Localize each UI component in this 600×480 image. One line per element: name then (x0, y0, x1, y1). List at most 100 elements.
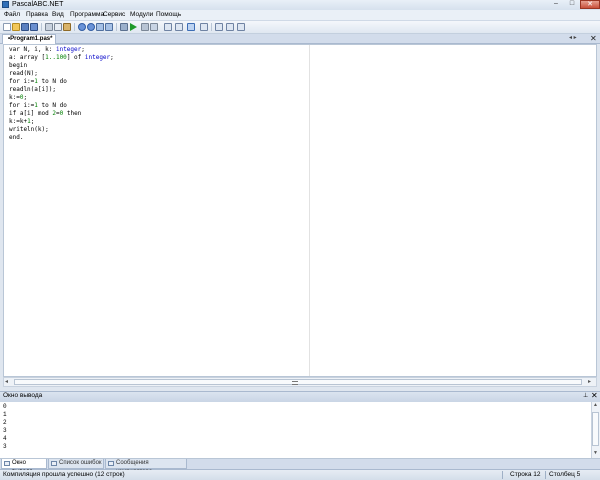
code-lines: var N, i, k: integer; a: array [1..100] o… (9, 46, 114, 142)
code-token: integer (84, 54, 111, 61)
code-token: k:=k+ (9, 118, 28, 125)
code-token: a: array [ (9, 54, 46, 61)
copy-icon[interactable] (54, 23, 62, 31)
code-token: ; (23, 94, 28, 101)
code-line: writeln(k); (9, 126, 114, 134)
code-line: end. (9, 134, 114, 142)
code-line: a: array [1..100] of integer; (9, 54, 114, 62)
code-line: k:=k+1; (9, 118, 114, 126)
compiler-messages-icon (108, 461, 114, 466)
paste-icon[interactable] (63, 23, 71, 31)
menu-view[interactable]: Вид (52, 11, 64, 19)
error-list-icon (51, 461, 57, 466)
code-line: var N, i, k: integer; (9, 46, 114, 54)
debug-window-icon[interactable] (226, 23, 234, 31)
code-token: for i:= (9, 78, 35, 85)
new-file-icon[interactable] (3, 23, 11, 31)
editor-tab-strip (0, 34, 600, 44)
tab-error-list[interactable]: Список ошибок (48, 459, 104, 469)
code-token: begin (9, 62, 28, 69)
output-line: 2 (3, 419, 7, 426)
menu-modules[interactable]: Модули (130, 11, 153, 19)
tab-error-list-label: Список ошибок (59, 460, 102, 466)
step-out-icon[interactable] (175, 23, 183, 31)
scrollbar-grip-icon (292, 381, 298, 385)
menu-file[interactable]: Файл (4, 11, 20, 19)
status-separator (545, 471, 546, 479)
toolbar (0, 21, 600, 34)
replace-icon[interactable] (105, 23, 113, 31)
code-token: to N do (37, 102, 67, 109)
breakpoint-icon[interactable] (200, 23, 208, 31)
scroll-left-icon[interactable]: ◂ (5, 378, 8, 386)
step-over-icon[interactable] (150, 23, 158, 31)
run-icon[interactable] (130, 23, 137, 31)
code-token: integer (55, 46, 82, 53)
compile-icon[interactable] (120, 23, 128, 31)
cut-icon[interactable] (45, 23, 53, 31)
output-line: 0 (3, 403, 7, 410)
code-line: if a[i] mod 2=0 then (9, 110, 114, 118)
close-output-button[interactable]: ✕ (591, 391, 598, 400)
output-scrollbar-thumb[interactable] (592, 412, 599, 446)
open-file-icon[interactable] (12, 23, 20, 31)
menu-service[interactable]: Сервис (103, 11, 125, 19)
code-token: then (63, 110, 82, 117)
redo-icon[interactable] (87, 23, 95, 31)
tab-program1[interactable]: •Program1.pas* (2, 34, 56, 44)
code-token: ; (110, 54, 114, 61)
menu-bar: Файл Правка Вид Программа Сервис Модули … (0, 10, 600, 21)
scrollbar-thumb[interactable] (14, 379, 582, 385)
code-token: readln(a[i]); (9, 86, 56, 93)
menu-edit[interactable]: Правка (26, 11, 48, 19)
close-window-button[interactable]: ✕ (580, 0, 600, 9)
code-token: k:= (9, 94, 20, 101)
output-panel-title: Окно вывода (3, 392, 43, 399)
cursor-line: Строка 12 (510, 471, 541, 478)
app-logo-icon (2, 1, 9, 8)
code-token: ] of (66, 54, 85, 61)
scroll-down-icon[interactable]: ▼ (593, 450, 598, 457)
menu-help[interactable]: Помощь (156, 11, 181, 19)
output-window-icon (4, 461, 10, 466)
stop-icon[interactable] (141, 23, 149, 31)
code-token: ; (30, 118, 35, 125)
minimize-button[interactable]: – (548, 0, 564, 9)
pin-icon[interactable]: ⊥ (583, 392, 588, 400)
maximize-button[interactable]: □ (564, 0, 580, 9)
code-line: readln(a[i]); (9, 86, 114, 94)
status-separator (502, 471, 503, 479)
cursor-column: Столбец 5 (549, 471, 581, 478)
output-line: 3 (3, 443, 7, 450)
menu-program[interactable]: Программа (70, 11, 104, 19)
code-token: for i:= (9, 102, 35, 109)
code-token: if a[i] mod (9, 110, 53, 117)
output-area[interactable] (0, 402, 600, 459)
right-margin-guide (309, 45, 310, 376)
output-line: 4 (3, 435, 7, 442)
code-token: 1..100 (45, 54, 67, 61)
save-icon[interactable] (21, 23, 29, 31)
tab-scroll-arrows[interactable]: ◂ ▸ (569, 35, 577, 42)
output-lines: 0 1 2 3 4 3 (3, 403, 7, 451)
code-line: for i:=1 to N do (9, 78, 114, 86)
undo-icon[interactable] (78, 23, 86, 31)
scroll-up-icon[interactable]: ▲ (593, 402, 598, 409)
save-all-icon[interactable] (30, 23, 38, 31)
find-icon[interactable] (96, 23, 104, 31)
tab-output-window[interactable]: Окно вывода (1, 459, 47, 475)
code-line: k:=0; (9, 94, 114, 102)
watch-icon[interactable] (187, 23, 195, 31)
output-line: 1 (3, 411, 7, 418)
code-token: ; (81, 46, 85, 53)
scroll-right-icon[interactable]: ▸ (588, 378, 591, 386)
code-line: read(N); (9, 70, 114, 78)
close-tab-button[interactable]: ✕ (590, 34, 597, 43)
code-token: var N, i, k: (9, 46, 56, 53)
format-icon[interactable] (215, 23, 223, 31)
code-line: begin (9, 62, 114, 70)
step-into-icon[interactable] (164, 23, 172, 31)
options-icon[interactable] (237, 23, 245, 31)
window-title: PascalABC.NET (12, 1, 64, 8)
tab-compiler-messages[interactable]: Сообщения компилятора (105, 459, 187, 475)
